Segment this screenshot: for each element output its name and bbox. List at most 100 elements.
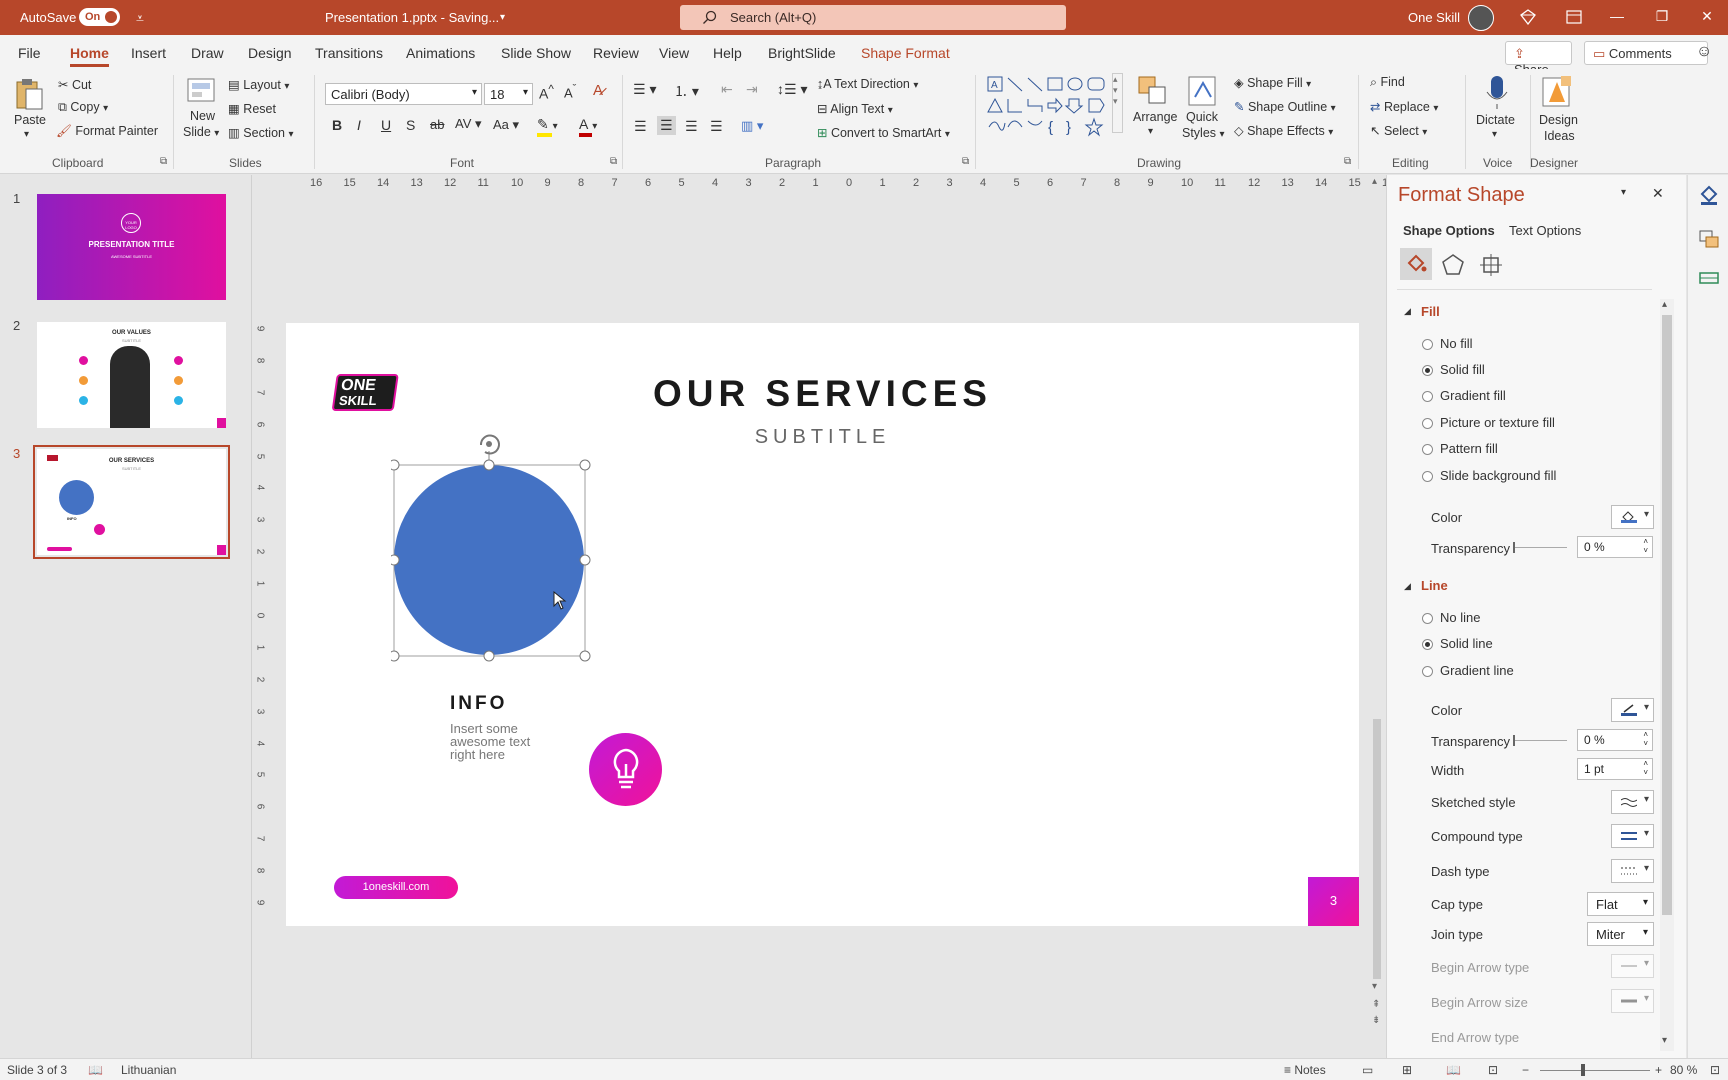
new-label[interactable]: New — [190, 109, 215, 123]
bold-icon[interactable]: B — [332, 117, 342, 133]
zoom-level[interactable]: 80 % — [1670, 1063, 1697, 1077]
layout-button[interactable]: ▤ Layout ▾ — [228, 77, 289, 92]
previous-slide-icon[interactable]: ⇞ — [1372, 999, 1380, 1010]
notes-button[interactable]: ≡ Notes — [1284, 1063, 1326, 1077]
dictate-label[interactable]: Dictate — [1476, 113, 1515, 127]
pattern-fill-label[interactable]: Pattern fill — [1440, 441, 1498, 456]
restore-icon[interactable]: ❐ — [1652, 8, 1672, 25]
tab-help[interactable]: Help — [713, 45, 742, 61]
dialog-launcher-icon[interactable]: ⧉ — [962, 156, 969, 167]
italic-icon[interactable]: I — [357, 117, 361, 133]
shape-fill-button[interactable]: ◈ Shape Fill ▾ — [1234, 75, 1311, 90]
find-button[interactable]: ⌕ Find — [1370, 75, 1405, 90]
shapes-scroll[interactable]: ▴ ▾ ▾ — [1112, 73, 1123, 133]
sketched-style-dropdown[interactable] — [1611, 790, 1654, 814]
cap-type-select[interactable]: Flat — [1587, 892, 1654, 916]
line-color-button[interactable] — [1611, 698, 1654, 722]
pane-scroll-thumb[interactable] — [1662, 315, 1672, 915]
format-shape-icon[interactable] — [1698, 184, 1720, 206]
scroll-down-icon[interactable]: ▾ — [1662, 1035, 1667, 1046]
radio-pattern-fill[interactable] — [1422, 444, 1433, 455]
fill-heading[interactable]: Fill — [1421, 304, 1440, 319]
radio-no-fill[interactable] — [1422, 339, 1433, 350]
zoom-in-icon[interactable]: + — [1655, 1063, 1662, 1077]
select-button[interactable]: ↖ Select ▾ — [1370, 123, 1427, 138]
scroll-up-icon[interactable]: ▴ — [1662, 299, 1667, 310]
no-line-label[interactable]: No line — [1440, 610, 1480, 625]
slide-thumbnail-2[interactable]: OUR VALUES SUBTITLE — [37, 322, 226, 428]
solid-fill-label[interactable]: Solid fill — [1440, 362, 1485, 377]
decrease-indent-icon[interactable]: ⇤ — [721, 81, 733, 98]
language[interactable]: Lithuanian — [121, 1063, 176, 1077]
cut-button[interactable]: ✂ Cut — [58, 77, 91, 92]
pane-scrollbar[interactable]: ▴ ▾ — [1660, 299, 1674, 1051]
normal-view-icon[interactable]: ▭ — [1362, 1063, 1373, 1077]
collapse-line-icon[interactable]: ◢ — [1404, 581, 1411, 592]
paste-icon[interactable] — [14, 77, 46, 113]
shape-outline-button[interactable]: ✎ Shape Outline ▾ — [1234, 99, 1336, 114]
picture-fill-label[interactable]: Picture or texture fill — [1440, 415, 1555, 430]
tab-slide-show[interactable]: Slide Show — [501, 45, 571, 61]
file-title[interactable]: Presentation 1.pptx - Saving... — [325, 10, 499, 25]
change-case-icon[interactable]: Aa ▾ — [493, 117, 519, 133]
dialog-launcher-icon[interactable]: ⧉ — [1344, 156, 1351, 167]
align-text-button[interactable]: ⊟ Align Text ▾ — [817, 101, 893, 116]
fill-line-tab[interactable] — [1400, 248, 1432, 280]
tab-transitions[interactable]: Transitions — [315, 45, 383, 61]
slide-title[interactable]: OUR SERVICES — [286, 373, 1359, 415]
slide-thumbnail-3[interactable]: OUR SERVICES SUBTITLE INFO — [33, 445, 230, 559]
size-properties-icon[interactable] — [1479, 253, 1503, 277]
tab-draw[interactable]: Draw — [191, 45, 224, 61]
quick-label[interactable]: Quick — [1186, 110, 1218, 124]
align-left-icon[interactable]: ☰ — [634, 118, 647, 135]
tab-design[interactable]: Design — [248, 45, 292, 61]
font-name-combo[interactable]: Calibri (Body) ▾ — [325, 83, 482, 105]
dialog-launcher-icon[interactable]: ⧉ — [160, 156, 167, 167]
solid-line-label[interactable]: Solid line — [1440, 636, 1493, 651]
scroll-down-icon[interactable]: ▾ — [1372, 981, 1377, 992]
ribbon-display-icon[interactable] — [1566, 10, 1582, 24]
collapse-fill-icon[interactable]: ◢ — [1404, 306, 1411, 317]
scroll-thumb[interactable] — [1373, 719, 1381, 979]
feedback-icon[interactable]: ☺ — [1696, 43, 1712, 61]
columns-icon[interactable]: ▥ ▾ — [741, 118, 763, 134]
format-painter-button[interactable]: 🖌 Format Painter — [56, 124, 158, 139]
tab-home[interactable]: Home — [70, 45, 109, 67]
arrange-icon[interactable] — [1137, 75, 1169, 107]
begin-arrow-size-dropdown[interactable] — [1611, 989, 1654, 1013]
radio-gradient-line[interactable] — [1422, 666, 1433, 677]
radio-slide-background-fill[interactable] — [1422, 471, 1433, 482]
line-transparency-slider[interactable] — [1513, 735, 1567, 746]
close-icon[interactable]: ✕ — [1652, 185, 1664, 202]
tab-review[interactable]: Review — [593, 45, 639, 61]
user-name[interactable]: One Skill — [1408, 10, 1460, 25]
section-button[interactable]: ▥ Section ▾ — [228, 125, 294, 140]
tab-file[interactable]: File — [18, 45, 41, 61]
slide-canvas[interactable]: ONE SKILL OUR SERVICES SUBTITLE INFO Ins… — [286, 323, 1359, 926]
selection-pane-icon[interactable] — [1698, 228, 1720, 250]
join-type-select[interactable]: Miter — [1587, 922, 1654, 946]
slide-sorter-icon[interactable]: ⊞ — [1402, 1063, 1412, 1077]
slide-background-fill-label[interactable]: Slide background fill — [1440, 468, 1556, 483]
align-right-icon[interactable]: ☰ — [685, 118, 698, 135]
chevron-down-icon[interactable]: ▾ — [1492, 129, 1497, 140]
microphone-icon[interactable] — [1485, 74, 1509, 110]
design-ideas-icon[interactable] — [1541, 74, 1575, 110]
customize-qat-icon[interactable]: ⩡ — [136, 10, 144, 27]
character-spacing-icon[interactable]: AV ▾ — [455, 116, 482, 132]
fill-transparency-slider[interactable] — [1513, 542, 1567, 553]
zoom-slider-thumb[interactable] — [1581, 1064, 1585, 1076]
zoom-out-icon[interactable]: − — [1522, 1063, 1529, 1077]
tab-shape-options[interactable]: Shape Options — [1403, 223, 1495, 238]
begin-arrow-type-dropdown[interactable] — [1611, 954, 1654, 978]
line-spacing-icon[interactable]: ↕☰ ▾ — [777, 81, 807, 98]
animation-pane-icon[interactable] — [1698, 267, 1720, 289]
slide-label[interactable]: Slide ▾ — [183, 125, 219, 139]
no-fill-label[interactable]: No fill — [1440, 336, 1473, 351]
numbering-icon[interactable]: ⒈ ▾ — [674, 81, 699, 101]
minimize-icon[interactable]: — — [1607, 8, 1627, 24]
paste-label[interactable]: Paste — [14, 113, 46, 127]
bullets-icon[interactable]: ☰ ▾ — [633, 81, 656, 98]
gradient-line-label[interactable]: Gradient line — [1440, 663, 1514, 678]
website-pill[interactable]: 1oneskill.com — [334, 876, 458, 899]
